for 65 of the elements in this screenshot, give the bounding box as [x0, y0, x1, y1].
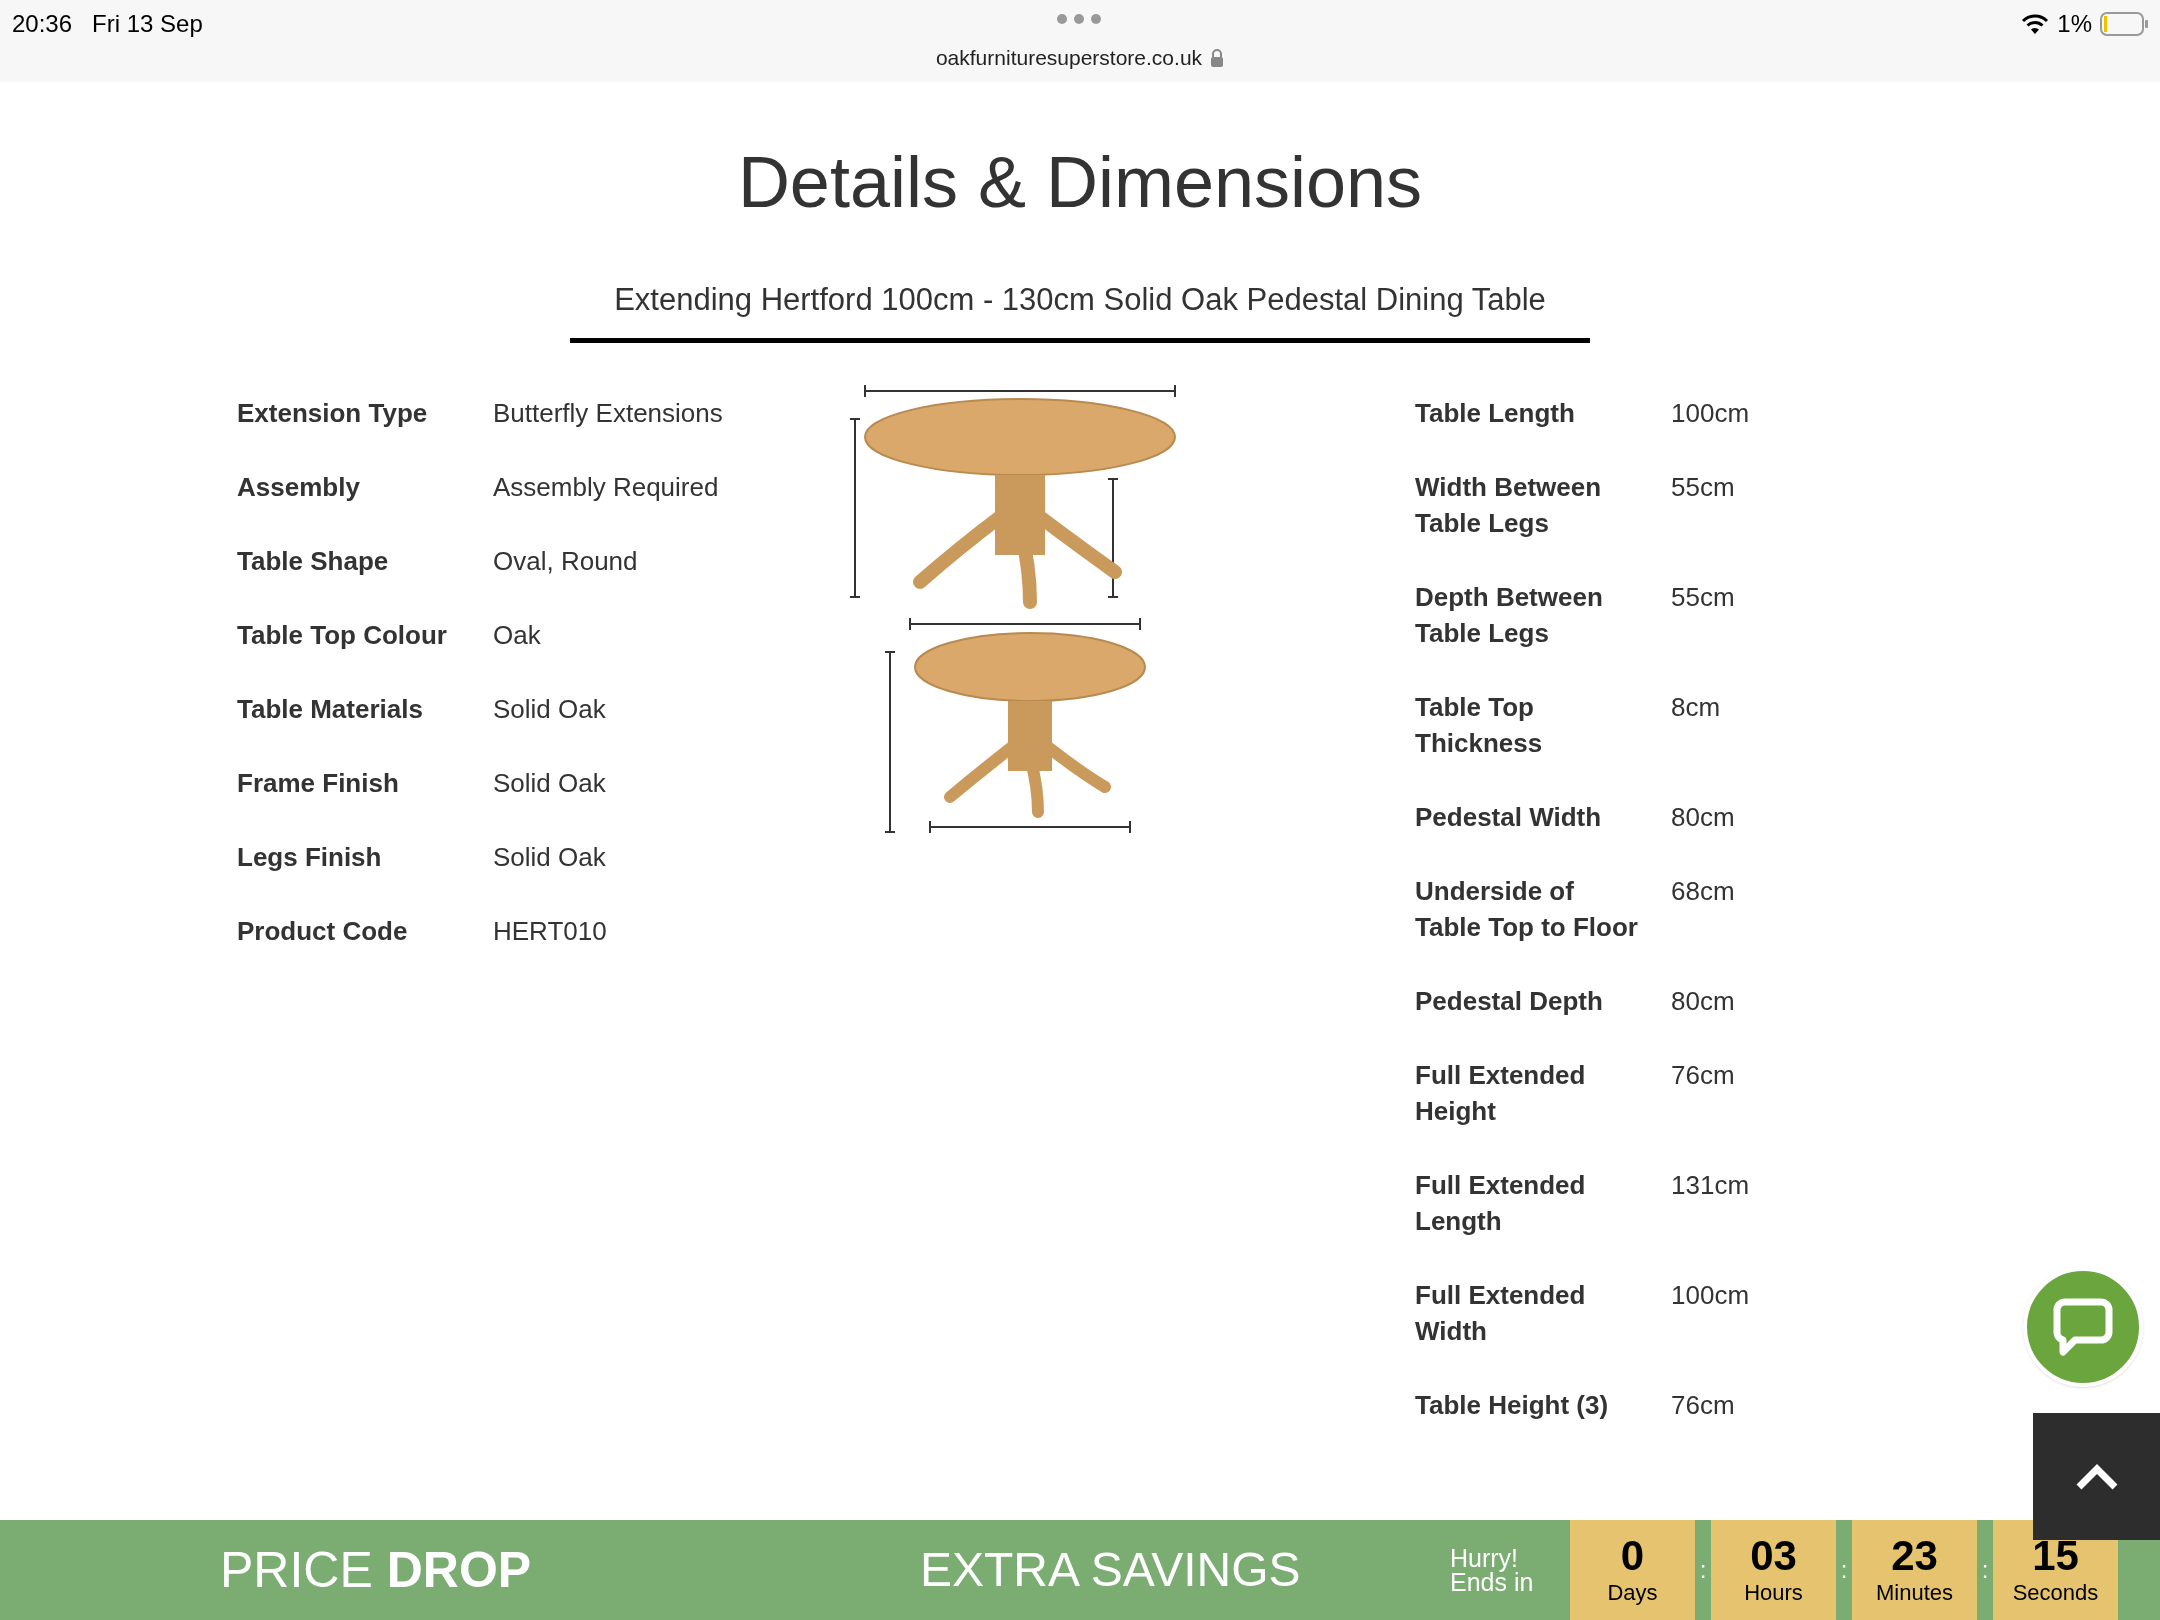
countdown-unit: Seconds: [2012, 1579, 2099, 1607]
countdown-separator: :: [1698, 1555, 1708, 1585]
spec-label: Table Materials: [237, 692, 424, 726]
spec-label: Table Length: [1415, 396, 1576, 430]
status-time: 20:36: [12, 9, 73, 39]
spec-value: 80cm: [1671, 800, 1735, 834]
countdown-value: 23: [1891, 1533, 1938, 1579]
url-text[interactable]: oakfurnituresuperstore.co.uk: [935, 42, 1203, 74]
spec-label: Table Shape: [237, 544, 390, 578]
spec-value: Solid Oak: [493, 840, 606, 874]
countdown-unit: Hours: [1744, 1579, 1803, 1607]
spec-label: Assembly: [237, 470, 361, 504]
battery-percent: 1%: [2057, 9, 2092, 39]
chevron-up-icon: [2074, 1462, 2119, 1491]
spec-value: 100cm: [1671, 396, 1750, 430]
spec-label: Pedestal Depth: [1415, 984, 1604, 1018]
wifi-icon: [2021, 13, 2050, 35]
spec-label: Width Between Table Legs: [1415, 470, 1603, 540]
countdown-value: 0: [1620, 1533, 1645, 1579]
spec-label: Legs Finish: [237, 840, 383, 874]
spec-label: Pedestal Width: [1415, 800, 1603, 834]
spec-value: Solid Oak: [493, 692, 606, 726]
status-date: Fri 13 Sep: [92, 9, 203, 39]
hurry-text: Hurry!: [1450, 1546, 1520, 1570]
scroll-to-top-button[interactable]: [2033, 1413, 2160, 1540]
countdown-value: 15: [2032, 1533, 2079, 1579]
battery-icon: [2100, 12, 2148, 36]
extra-savings-text: EXTRA SAVINGS: [920, 1542, 1302, 1598]
spec-label: Full Extended Height: [1415, 1058, 1587, 1128]
spec-value: Oak: [493, 618, 541, 652]
spec-value: 76cm: [1671, 1388, 1735, 1422]
spec-label: Product Code: [237, 914, 409, 948]
spec-value: 80cm: [1671, 984, 1735, 1018]
spec-value: Butterfly Extensions: [493, 396, 723, 430]
spec-label: Full Extended Length: [1415, 1168, 1587, 1238]
spec-label: Frame Finish: [237, 766, 400, 800]
countdown-unit: Days: [1607, 1579, 1658, 1607]
more-dots-icon[interactable]: [1057, 14, 1101, 24]
lock-icon: [1210, 48, 1225, 67]
spec-label: Underside of Table Top to Floor: [1415, 874, 1639, 944]
page-title: Details & Dimensions: [736, 141, 1424, 224]
spec-label: Table Height (3): [1415, 1388, 1610, 1422]
product-tab[interactable]: Extending Hertford 100cm - 130cm Solid Oak Pedestal Dining Table: [570, 277, 1590, 343]
spec-value: 131cm: [1671, 1168, 1750, 1202]
spec-value: 55cm: [1671, 470, 1735, 504]
spec-label: Table Top Thickness: [1415, 690, 1544, 760]
spec-value: 100cm: [1671, 1278, 1750, 1312]
countdown-separator: :: [1839, 1555, 1849, 1585]
spec-value: 55cm: [1671, 580, 1735, 614]
spec-value: HERT010: [493, 914, 607, 948]
spec-label: Extension Type: [237, 396, 429, 430]
spec-value: 68cm: [1671, 874, 1735, 908]
spec-label: Depth Between Table Legs: [1415, 580, 1604, 650]
spec-label: Full Extended Width: [1415, 1278, 1587, 1348]
price-drop-text: PRICE DROP: [220, 1540, 533, 1600]
countdown-unit: Minutes: [1875, 1579, 1953, 1607]
countdown-separator: :: [1980, 1555, 1990, 1585]
spec-value: Assembly Required: [493, 470, 719, 504]
spec-value: Solid Oak: [493, 766, 606, 800]
spec-value: 76cm: [1671, 1058, 1735, 1092]
chat-bubble-icon: [2053, 1298, 2113, 1356]
spec-value: 8cm: [1671, 690, 1721, 724]
countdown-value: 03: [1750, 1533, 1797, 1579]
spec-value: Oval, Round: [493, 544, 638, 578]
spec-label: Table Top Colour: [237, 618, 448, 652]
